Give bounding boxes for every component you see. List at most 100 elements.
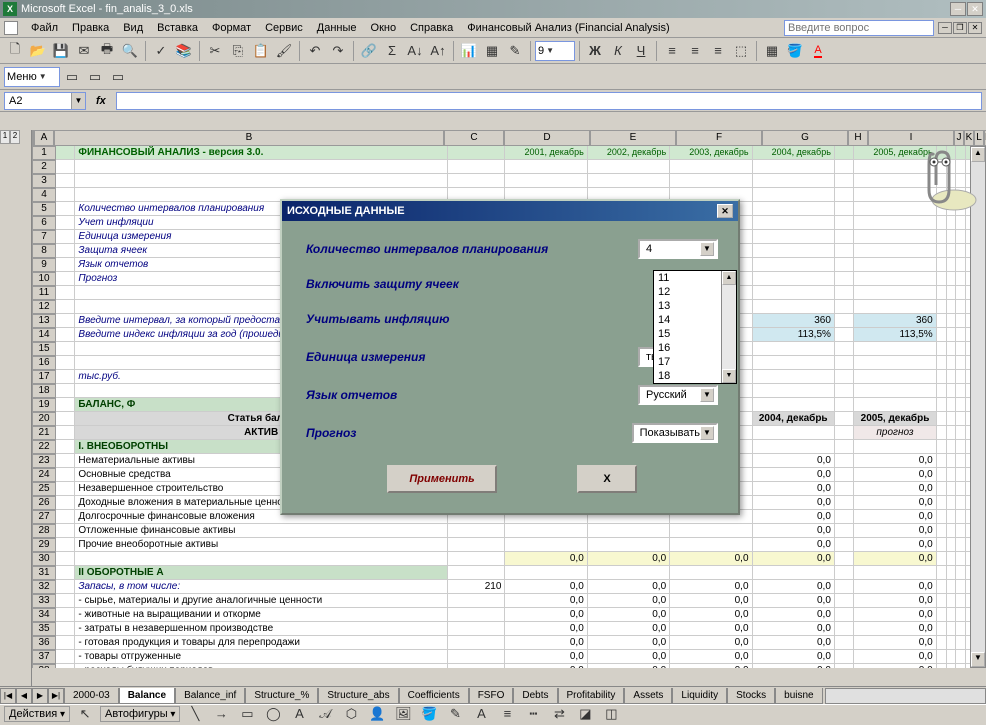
cell[interactable] [937, 258, 947, 272]
chart-icon[interactable]: 📊 [458, 40, 480, 62]
cell[interactable] [448, 524, 506, 538]
cell[interactable] [835, 384, 854, 398]
cell[interactable] [448, 552, 506, 566]
cell[interactable]: 2004, декабрь [753, 146, 835, 160]
cell[interactable] [56, 202, 75, 216]
cell[interactable] [56, 664, 75, 668]
cell[interactable] [947, 538, 957, 552]
cell[interactable]: 0,0 [753, 552, 835, 566]
cell[interactable]: 0,0 [753, 664, 835, 668]
font-color-icon[interactable]: A [807, 40, 829, 62]
dropdown-item[interactable]: 16 [654, 341, 721, 355]
cell[interactable] [956, 650, 966, 664]
cell[interactable] [947, 328, 957, 342]
cell[interactable] [854, 356, 936, 370]
cell[interactable] [56, 622, 75, 636]
cell[interactable] [937, 440, 947, 454]
cell[interactable] [947, 524, 957, 538]
cell[interactable]: 0,0 [588, 650, 670, 664]
cell[interactable] [854, 188, 936, 202]
cell[interactable] [753, 258, 835, 272]
cell[interactable] [854, 258, 936, 272]
cell[interactable]: 0,0 [588, 580, 670, 594]
cell[interactable]: 0,0 [854, 622, 936, 636]
cell[interactable] [854, 174, 936, 188]
cell[interactable] [956, 412, 966, 426]
copy-icon[interactable]: ⎘ [227, 40, 249, 62]
sheet-tab-Debts[interactable]: Debts [513, 688, 557, 704]
dropdown-item[interactable]: 11 [654, 271, 721, 285]
cell[interactable] [947, 426, 957, 440]
col-header-K[interactable]: K [964, 130, 974, 146]
formula-input[interactable] [116, 92, 982, 110]
tool-icon-2[interactable]: ▭ [84, 66, 106, 88]
help-question-input[interactable] [784, 20, 934, 36]
row-header[interactable]: 25 [32, 482, 56, 496]
row-header[interactable]: 31 [32, 566, 56, 580]
cell[interactable] [56, 370, 75, 384]
cell[interactable] [448, 664, 506, 668]
oval-icon[interactable]: ◯ [262, 703, 284, 725]
cell[interactable] [753, 342, 835, 356]
fill-color-icon[interactable]: 🪣 [784, 40, 806, 62]
cell[interactable]: 0,0 [670, 580, 752, 594]
fx-button[interactable]: fx [96, 95, 106, 107]
cell[interactable] [835, 244, 854, 258]
col-header-E[interactable]: E [590, 130, 676, 146]
cell[interactable] [75, 160, 447, 174]
cell[interactable]: 0,0 [854, 552, 936, 566]
preview-icon[interactable]: 🔍 [119, 40, 141, 62]
cell[interactable] [854, 300, 936, 314]
horizontal-scrollbar[interactable] [825, 688, 986, 704]
cell[interactable] [835, 496, 854, 510]
language-combo[interactable]: Русский▼ [638, 385, 718, 405]
name-box-dropdown[interactable]: ▼ [71, 93, 85, 109]
borders-icon[interactable]: ▦ [761, 40, 783, 62]
menu-window[interactable]: Окно [364, 20, 404, 36]
cell[interactable] [956, 370, 966, 384]
row-header[interactable]: 10 [32, 272, 56, 286]
cell[interactable] [753, 188, 835, 202]
cell[interactable] [835, 622, 854, 636]
cell[interactable]: 2005, декабрь [854, 412, 936, 426]
cell[interactable] [956, 244, 966, 258]
col-header-A[interactable]: A [34, 130, 54, 146]
dropdown-scroll-up[interactable]: ▲ [722, 271, 736, 285]
align-left-icon[interactable]: ≡ [661, 40, 683, 62]
vertical-scrollbar[interactable]: ▲ ▼ [970, 146, 986, 668]
cell[interactable] [937, 230, 947, 244]
cell[interactable]: 0,0 [854, 664, 936, 668]
cell[interactable] [937, 328, 947, 342]
intervals-spinner[interactable]: 4▼ [638, 239, 718, 259]
cell[interactable] [448, 608, 506, 622]
cell[interactable] [505, 160, 587, 174]
cell[interactable]: 0,0 [505, 608, 587, 622]
cell[interactable] [956, 286, 966, 300]
cell[interactable] [56, 286, 75, 300]
cell[interactable] [753, 426, 835, 440]
cell[interactable] [835, 398, 854, 412]
cell[interactable] [947, 300, 957, 314]
cell[interactable] [956, 622, 966, 636]
cell[interactable] [835, 356, 854, 370]
cell[interactable] [753, 398, 835, 412]
cell[interactable] [947, 454, 957, 468]
cell[interactable] [947, 468, 957, 482]
cell[interactable] [835, 300, 854, 314]
cell[interactable] [835, 412, 854, 426]
cell[interactable] [956, 496, 966, 510]
cell[interactable] [835, 188, 854, 202]
cell[interactable] [854, 202, 936, 216]
cell[interactable]: 0,0 [505, 622, 587, 636]
cell[interactable] [947, 160, 957, 174]
dash-style-icon[interactable]: ┅ [522, 703, 544, 725]
sort-desc-icon[interactable]: A↑ [427, 40, 449, 62]
cancel-button[interactable]: X [577, 465, 637, 493]
cell[interactable] [947, 314, 957, 328]
clipart-icon[interactable]: 👤 [366, 703, 388, 725]
cell[interactable] [854, 384, 936, 398]
cell[interactable] [753, 286, 835, 300]
cell[interactable] [937, 412, 947, 426]
cell[interactable] [448, 594, 506, 608]
font-color-icon2[interactable]: A [470, 703, 492, 725]
